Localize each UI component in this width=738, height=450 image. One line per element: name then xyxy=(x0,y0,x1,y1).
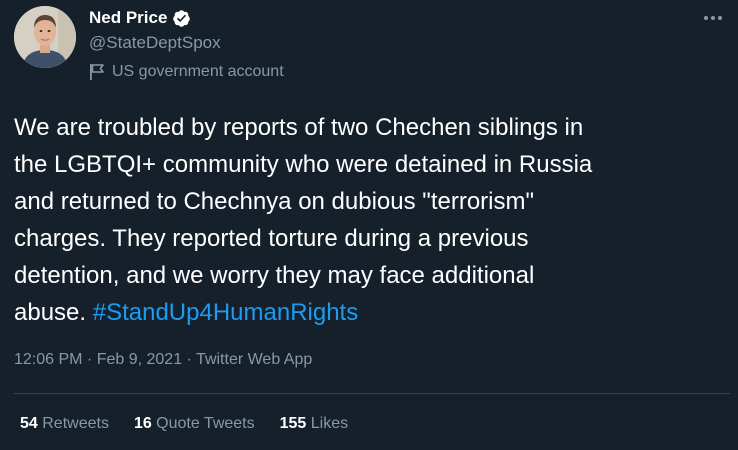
retweets-stat[interactable]: 54 Retweets xyxy=(20,415,109,433)
tweet-text-tail: abuse. xyxy=(14,298,93,326)
meta-separator: · xyxy=(82,351,97,368)
author-handle[interactable]: @StateDeptSpox xyxy=(89,31,221,55)
more-horizontal-icon xyxy=(704,16,722,20)
tweet-time[interactable]: 12:06 PM xyxy=(14,351,82,368)
hashtag-link[interactable]: #StandUp4HumanRights xyxy=(93,299,359,326)
quote-tweets-label: Quote Tweets xyxy=(151,415,255,432)
flag-icon xyxy=(90,64,104,80)
retweets-count: 54 xyxy=(20,415,38,432)
tweet-text-line: We are troubled by reports of two Cheche… xyxy=(14,114,584,141)
likes-count: 155 xyxy=(279,415,307,432)
quote-tweets-count: 16 xyxy=(133,415,152,432)
tweet-metadata: 12:06 PM · Feb 9, 2021 · Twitter Web App xyxy=(14,348,312,372)
tweet-text-line: the LGBTQI+ community who were detained … xyxy=(14,150,593,178)
author-name-row[interactable]: Ned Price xyxy=(89,6,191,30)
more-options-button[interactable] xyxy=(696,4,730,32)
meta-separator: · xyxy=(182,351,197,368)
tweet-text: We are troubled by reports of two Cheche… xyxy=(14,110,730,331)
tweet-text-line: and returned to Chechnya on dubious "ter… xyxy=(14,187,534,215)
quote-tweets-stat[interactable]: 16 Quote Tweets xyxy=(134,415,255,433)
verified-badge-icon xyxy=(173,9,191,27)
tweet-text-line: detention, and we worry they may face ad… xyxy=(14,261,535,289)
likes-label: Likes xyxy=(306,415,349,432)
account-label-text: US government account xyxy=(112,63,284,80)
tweet: Ned Price @StateDeptSpox US government a… xyxy=(0,0,738,450)
tweet-date[interactable]: Feb 9, 2021 xyxy=(97,351,182,368)
divider xyxy=(14,393,730,394)
avatar[interactable] xyxy=(14,6,76,68)
account-label: US government account xyxy=(89,60,284,84)
author-display-name[interactable]: Ned Price xyxy=(89,6,167,30)
retweets-label: Retweets xyxy=(37,415,109,432)
tweet-source[interactable]: Twitter Web App xyxy=(196,351,312,368)
likes-stat[interactable]: 155 Likes xyxy=(280,415,349,433)
tweet-text-last-line: abuse. #StandUp4HumanRights xyxy=(14,295,730,332)
tweet-text-line: charges. They reported torture during a … xyxy=(14,224,529,252)
engagement-stats: 54 Retweets 16 Quote Tweets 155 Likes xyxy=(20,412,348,436)
profile-photo xyxy=(14,6,76,68)
